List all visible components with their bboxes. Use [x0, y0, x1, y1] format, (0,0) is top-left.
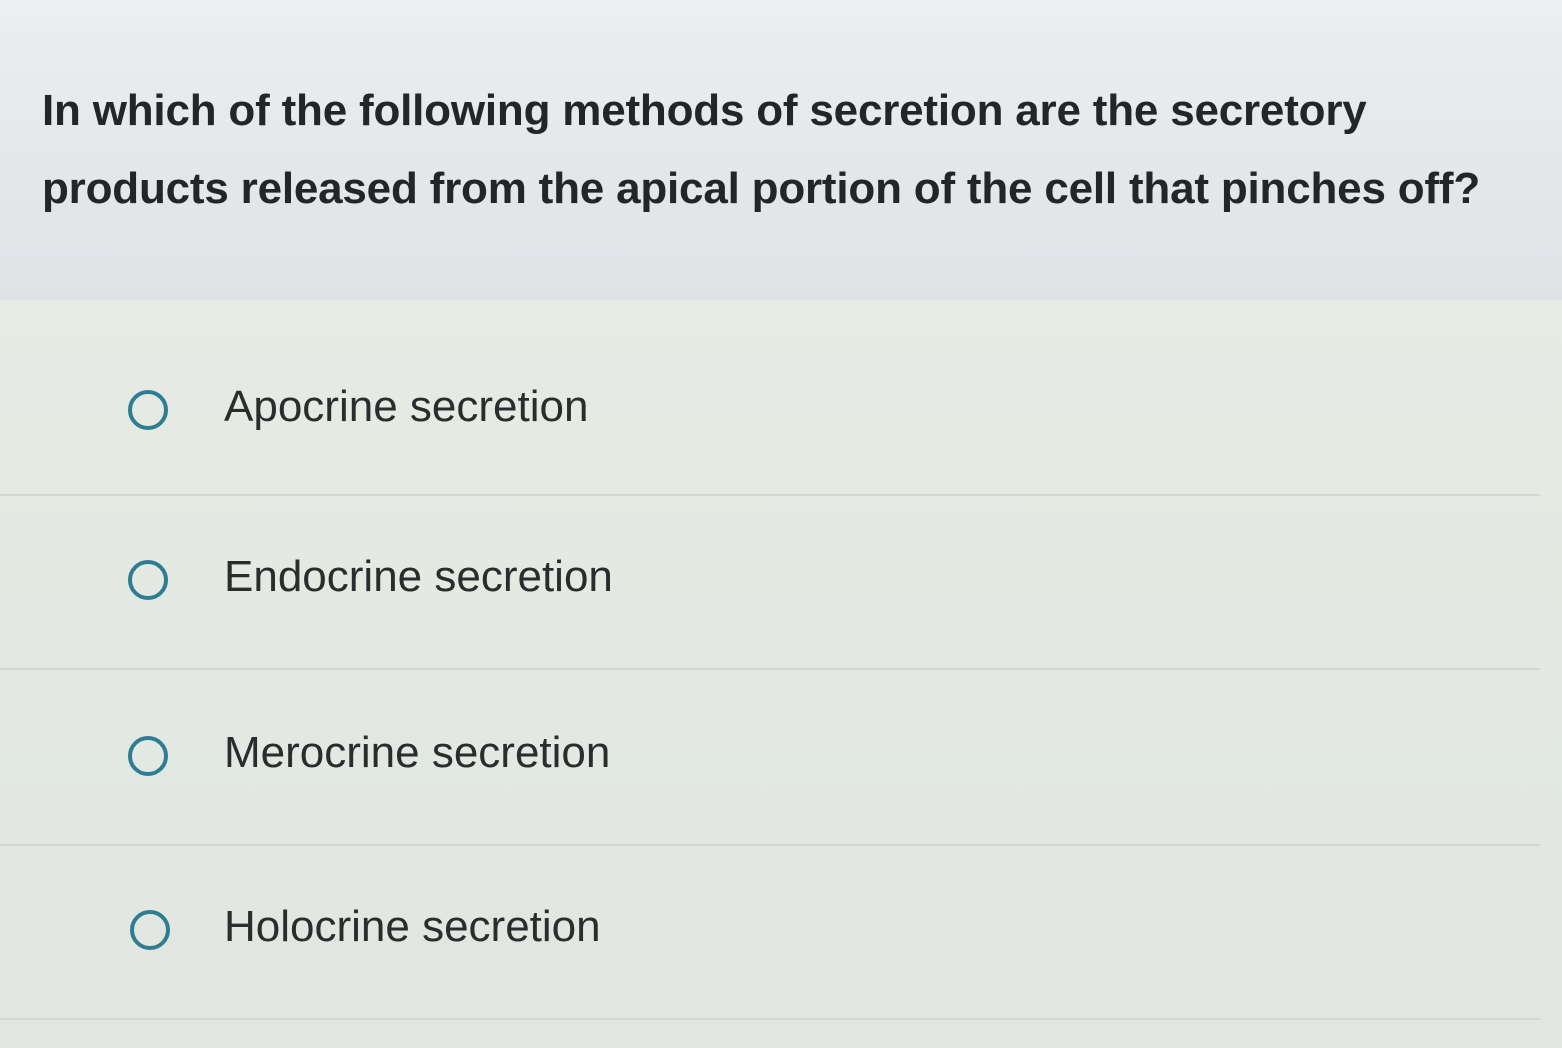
answer-options: Apocrine secretion Endocrine secretion M… — [0, 300, 1562, 1048]
question-text: In which of the following methods of sec… — [42, 86, 1480, 213]
answer-option-endocrine[interactable]: Endocrine secretion — [0, 496, 1540, 670]
radio-unchecked-icon[interactable] — [128, 560, 168, 600]
question-panel: In which of the following methods of sec… — [0, 0, 1562, 300]
radio-unchecked-icon[interactable] — [130, 910, 170, 950]
answer-option-label: Endocrine secretion — [224, 552, 613, 601]
answer-option-label: Holocrine secretion — [224, 902, 601, 951]
answer-option-merocrine[interactable]: Merocrine secretion — [0, 672, 1540, 846]
radio-unchecked-icon[interactable] — [128, 736, 168, 776]
answer-option-holocrine[interactable]: Holocrine secretion — [0, 846, 1540, 1020]
answer-option-label: Apocrine secretion — [224, 382, 589, 431]
radio-unchecked-icon[interactable] — [128, 390, 168, 430]
answer-option-apocrine[interactable]: Apocrine secretion — [0, 322, 1540, 496]
answer-option-label: Merocrine secretion — [224, 728, 611, 777]
